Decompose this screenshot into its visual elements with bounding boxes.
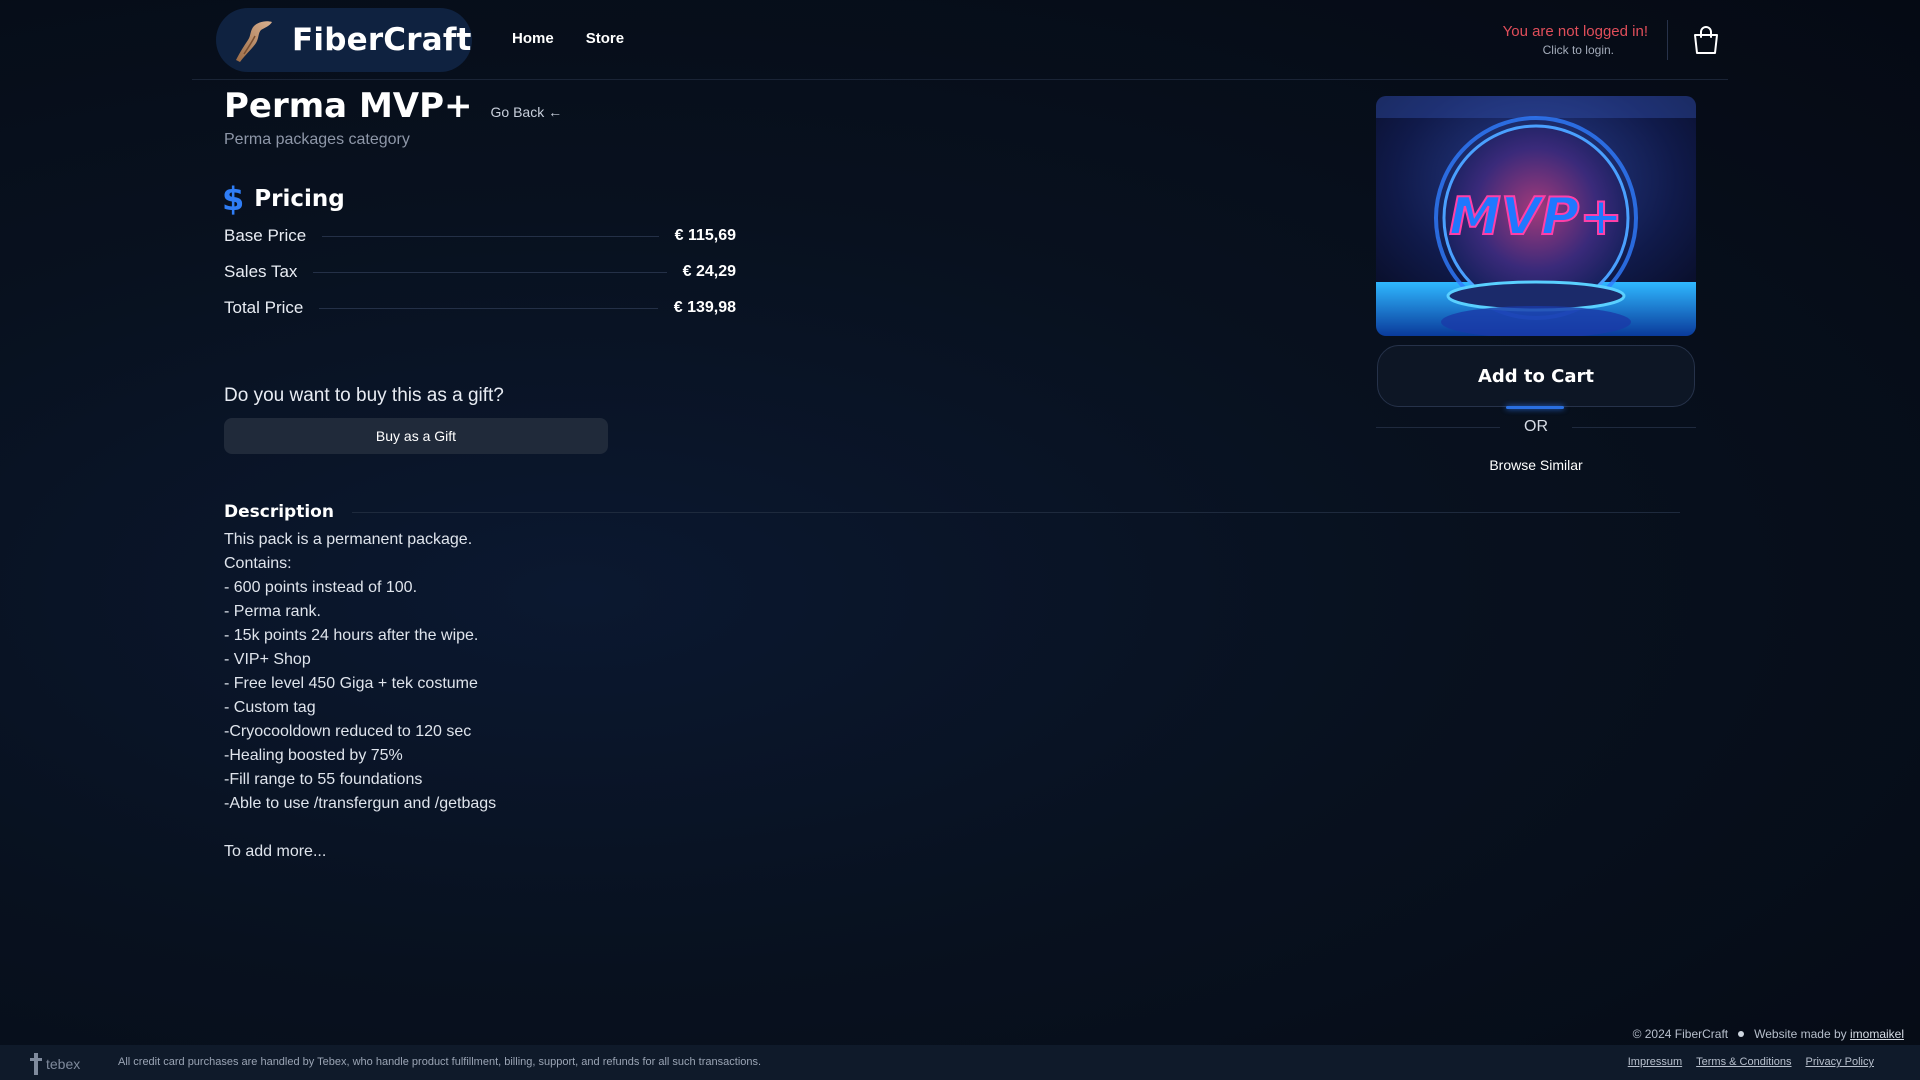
button-glow xyxy=(1506,406,1564,409)
brand-logo[interactable]: FiberCraft xyxy=(216,8,472,72)
description-title: Description xyxy=(224,502,334,522)
author-link[interactable]: imomaikel xyxy=(1850,1027,1904,1041)
go-back-link[interactable]: Go Back ← xyxy=(491,104,563,120)
dollar-icon: $ xyxy=(222,180,245,218)
buy-as-gift-button[interactable]: Buy as a Gift xyxy=(224,418,608,454)
made-by-prefix: Website made by xyxy=(1754,1027,1847,1041)
description-line: - Free level 450 Giga + tek costume xyxy=(224,675,478,692)
price-leader-line xyxy=(322,235,659,237)
description-header: Description xyxy=(224,502,1680,522)
tebex-logo[interactable]: tebex xyxy=(30,1053,80,1075)
description-line: - 600 points instead of 100. xyxy=(224,579,418,596)
nav-home[interactable]: Home xyxy=(512,30,554,47)
price-leader-line xyxy=(319,307,658,309)
price-row-base: Base Price € 115,69 xyxy=(224,224,736,248)
description-divider xyxy=(351,511,1680,513)
copyright-row: © 2024 FiberCraft Website made by imomai… xyxy=(1633,1027,1904,1041)
privacy-link[interactable]: Privacy Policy xyxy=(1806,1056,1874,1068)
mvp-plus-artwork: MVP+ xyxy=(1376,96,1696,336)
tebex-name: tebex xyxy=(46,1056,81,1072)
copyright-text: © 2024 FiberCraft xyxy=(1632,1027,1729,1041)
or-line xyxy=(1572,426,1696,428)
price-value: € 139,98 xyxy=(673,299,736,316)
product-image: MVP+ xyxy=(1376,96,1696,336)
separator-dot-icon xyxy=(1738,1031,1745,1037)
add-to-cart-button[interactable]: Add to Cart xyxy=(1377,345,1695,407)
pricing-header: $ Pricing xyxy=(222,180,345,218)
or-text: OR xyxy=(1524,418,1548,435)
login-prompt[interactable]: You are not logged in! Click to login. xyxy=(1503,23,1648,57)
description-line: This pack is a permanent package. xyxy=(224,531,473,548)
gift-question: Do you want to buy this as a gift? xyxy=(224,385,504,406)
header-divider xyxy=(1667,20,1668,60)
tebex-logo-icon xyxy=(30,1053,42,1075)
main-nav: Home Store xyxy=(512,30,624,47)
or-divider: OR xyxy=(1376,418,1696,436)
terms-link[interactable]: Terms & Conditions xyxy=(1696,1056,1791,1068)
description-line: Contains: xyxy=(224,555,292,572)
payment-notice: All credit card purchases are handled by… xyxy=(118,1056,762,1068)
product-category: Perma packages category xyxy=(224,131,410,148)
description-line: -Healing boosted by 75% xyxy=(224,747,403,764)
or-line xyxy=(1376,426,1500,428)
description-line: - VIP+ Shop xyxy=(224,651,311,668)
price-label: Sales Tax xyxy=(224,262,298,281)
description-line: -Cryocooldown reduced to 120 sec xyxy=(224,723,472,740)
shopping-bag-icon[interactable] xyxy=(1692,25,1720,55)
description-line: -Able to use /transfergun and /getbags xyxy=(224,795,497,812)
footer-bar: tebex All credit card purchases are hand… xyxy=(0,1045,1920,1080)
price-leader-line xyxy=(313,271,667,273)
description-line xyxy=(224,816,496,840)
price-label: Base Price xyxy=(224,226,307,245)
browse-similar-link[interactable]: Browse Similar xyxy=(1376,457,1696,473)
pricing-title: Pricing xyxy=(254,186,345,212)
price-row-tax: Sales Tax € 24,29 xyxy=(224,260,736,284)
description-line: To add more... xyxy=(224,843,327,860)
login-warning: You are not logged in! xyxy=(1502,23,1648,40)
footer-links: Impressum Terms & Conditions Privacy Pol… xyxy=(1628,1056,1874,1068)
price-row-total: Total Price € 139,98 xyxy=(224,296,736,320)
description-line: - 15k points 24 hours after the wipe. xyxy=(224,627,479,644)
page-title: Perma MVP+ xyxy=(224,86,473,126)
price-value: € 24,29 xyxy=(682,263,736,280)
description-line: -Fill range to 55 foundations xyxy=(224,771,423,788)
login-sub: Click to login. xyxy=(1542,43,1614,57)
impressum-link[interactable]: Impressum xyxy=(1628,1056,1682,1068)
brand-name: FiberCraft xyxy=(292,22,472,58)
description-line: - Perma rank. xyxy=(224,603,321,620)
top-bar: FiberCraft Home Store You are not logged… xyxy=(192,0,1728,80)
description-line: - Custom tag xyxy=(224,699,316,716)
image-caption: MVP+ xyxy=(1449,187,1623,247)
price-value: € 115,69 xyxy=(674,227,736,244)
description-body: This pack is a permanent package. Contai… xyxy=(224,528,496,864)
stick-logo-icon xyxy=(236,21,272,62)
nav-store[interactable]: Store xyxy=(586,30,624,47)
title-row: Perma MVP+ Go Back ← xyxy=(224,86,562,126)
price-label: Total Price xyxy=(224,298,304,317)
